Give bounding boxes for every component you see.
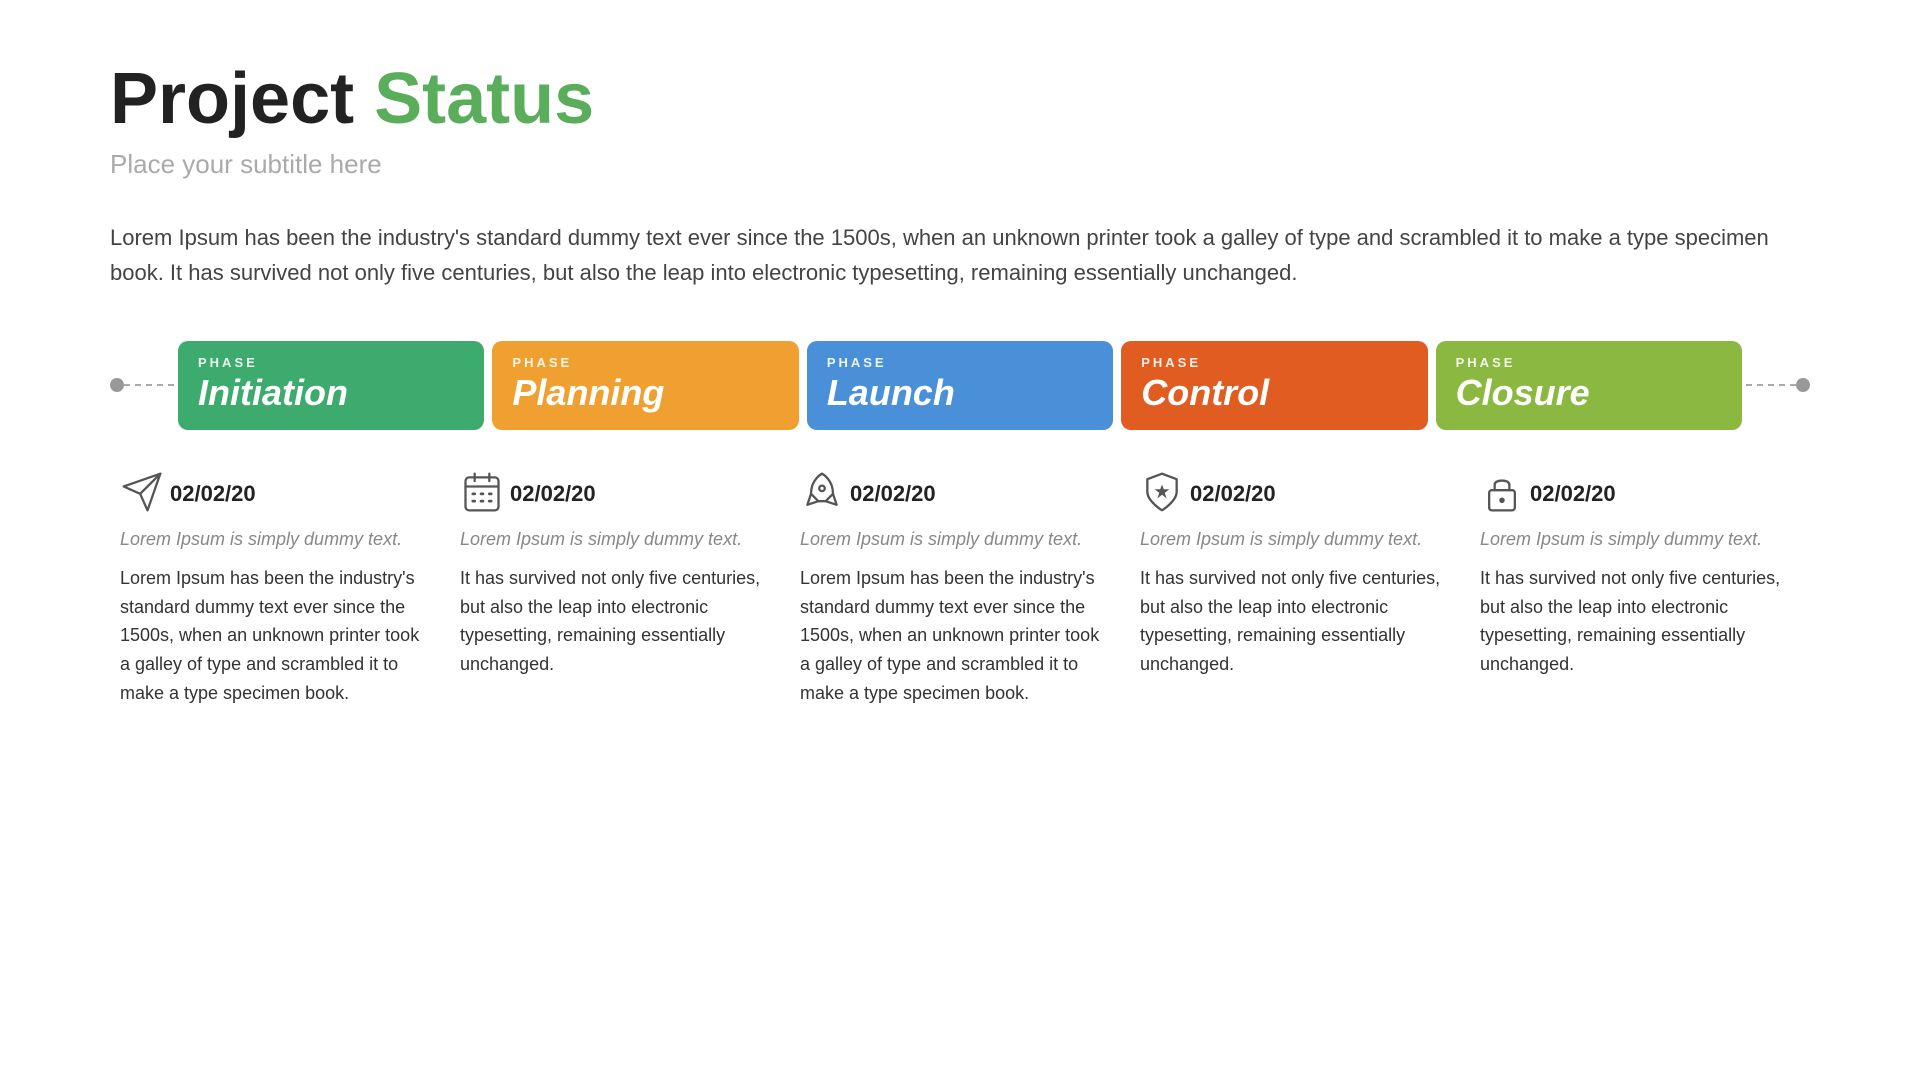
card-subtitle: Lorem Ipsum is simply dummy text. bbox=[800, 527, 1110, 552]
card-date: 02/02/20 bbox=[1190, 481, 1276, 507]
shield-icon bbox=[1140, 470, 1184, 519]
phase-label: PHASE bbox=[827, 355, 1093, 370]
card-body: It has survived not only five centuries,… bbox=[1480, 564, 1790, 679]
phase-name: Planning bbox=[512, 372, 778, 414]
phase-card-control: 02/02/20 Lorem Ipsum is simply dummy tex… bbox=[1130, 470, 1470, 708]
card-subtitle: Lorem Ipsum is simply dummy text. bbox=[460, 527, 770, 552]
card-icon-date: 02/02/20 bbox=[120, 470, 430, 519]
rocket-icon bbox=[800, 470, 844, 519]
phase-block-launch: PHASE Launch bbox=[807, 341, 1113, 430]
card-icon-date: 02/02/20 bbox=[1140, 470, 1450, 519]
phase-label: PHASE bbox=[1141, 355, 1407, 370]
card-body: Lorem Ipsum has been the industry's stan… bbox=[120, 564, 430, 708]
phase-card-launch: 02/02/20 Lorem Ipsum is simply dummy tex… bbox=[790, 470, 1130, 708]
phase-block-control: PHASE Control bbox=[1121, 341, 1427, 430]
timeline-dot-right bbox=[1796, 378, 1810, 392]
card-date: 02/02/20 bbox=[850, 481, 936, 507]
card-icon-date: 02/02/20 bbox=[800, 470, 1110, 519]
card-date: 02/02/20 bbox=[1530, 481, 1616, 507]
phase-card-initiation: 02/02/20 Lorem Ipsum is simply dummy tex… bbox=[110, 470, 450, 708]
card-body: It has survived not only five centuries,… bbox=[460, 564, 770, 679]
calendar-icon bbox=[460, 470, 504, 519]
phase-name: Initiation bbox=[198, 372, 464, 414]
phase-label: PHASE bbox=[198, 355, 464, 370]
phase-card-closure: 02/02/20 Lorem Ipsum is simply dummy tex… bbox=[1470, 470, 1810, 708]
phase-label: PHASE bbox=[512, 355, 778, 370]
phase-name: Closure bbox=[1456, 372, 1722, 414]
card-icon-date: 02/02/20 bbox=[1480, 470, 1790, 519]
timeline-dot-left bbox=[110, 378, 124, 392]
description: Lorem Ipsum has been the industry's stan… bbox=[110, 220, 1810, 290]
card-subtitle: Lorem Ipsum is simply dummy text. bbox=[1140, 527, 1450, 552]
phase-name: Control bbox=[1141, 372, 1407, 414]
card-date: 02/02/20 bbox=[510, 481, 596, 507]
timeline-dashes-left bbox=[124, 384, 174, 386]
send-icon bbox=[120, 470, 164, 519]
cards-row: 02/02/20 Lorem Ipsum is simply dummy tex… bbox=[110, 470, 1810, 708]
title-black: Project bbox=[110, 59, 354, 139]
phase-block-planning: PHASE Planning bbox=[492, 341, 798, 430]
phase-blocks: PHASE Initiation PHASE Planning PHASE La… bbox=[174, 341, 1746, 430]
title-green: Status bbox=[374, 59, 594, 139]
phase-card-planning: 02/02/20 Lorem Ipsum is simply dummy tex… bbox=[450, 470, 790, 708]
phase-label: PHASE bbox=[1456, 355, 1722, 370]
card-body: It has survived not only five centuries,… bbox=[1140, 564, 1450, 679]
subtitle: Place your subtitle here bbox=[110, 149, 1810, 180]
lock-icon bbox=[1480, 470, 1524, 519]
timeline-dashes-right bbox=[1746, 384, 1796, 386]
page-title: Project Status bbox=[110, 60, 1810, 139]
phase-block-closure: PHASE Closure bbox=[1436, 341, 1742, 430]
card-subtitle: Lorem Ipsum is simply dummy text. bbox=[1480, 527, 1790, 552]
phase-block-initiation: PHASE Initiation bbox=[178, 341, 484, 430]
card-subtitle: Lorem Ipsum is simply dummy text. bbox=[120, 527, 430, 552]
card-date: 02/02/20 bbox=[170, 481, 256, 507]
card-icon-date: 02/02/20 bbox=[460, 470, 770, 519]
timeline-row: PHASE Initiation PHASE Planning PHASE La… bbox=[110, 341, 1810, 430]
card-body: Lorem Ipsum has been the industry's stan… bbox=[800, 564, 1110, 708]
phase-name: Launch bbox=[827, 372, 1093, 414]
